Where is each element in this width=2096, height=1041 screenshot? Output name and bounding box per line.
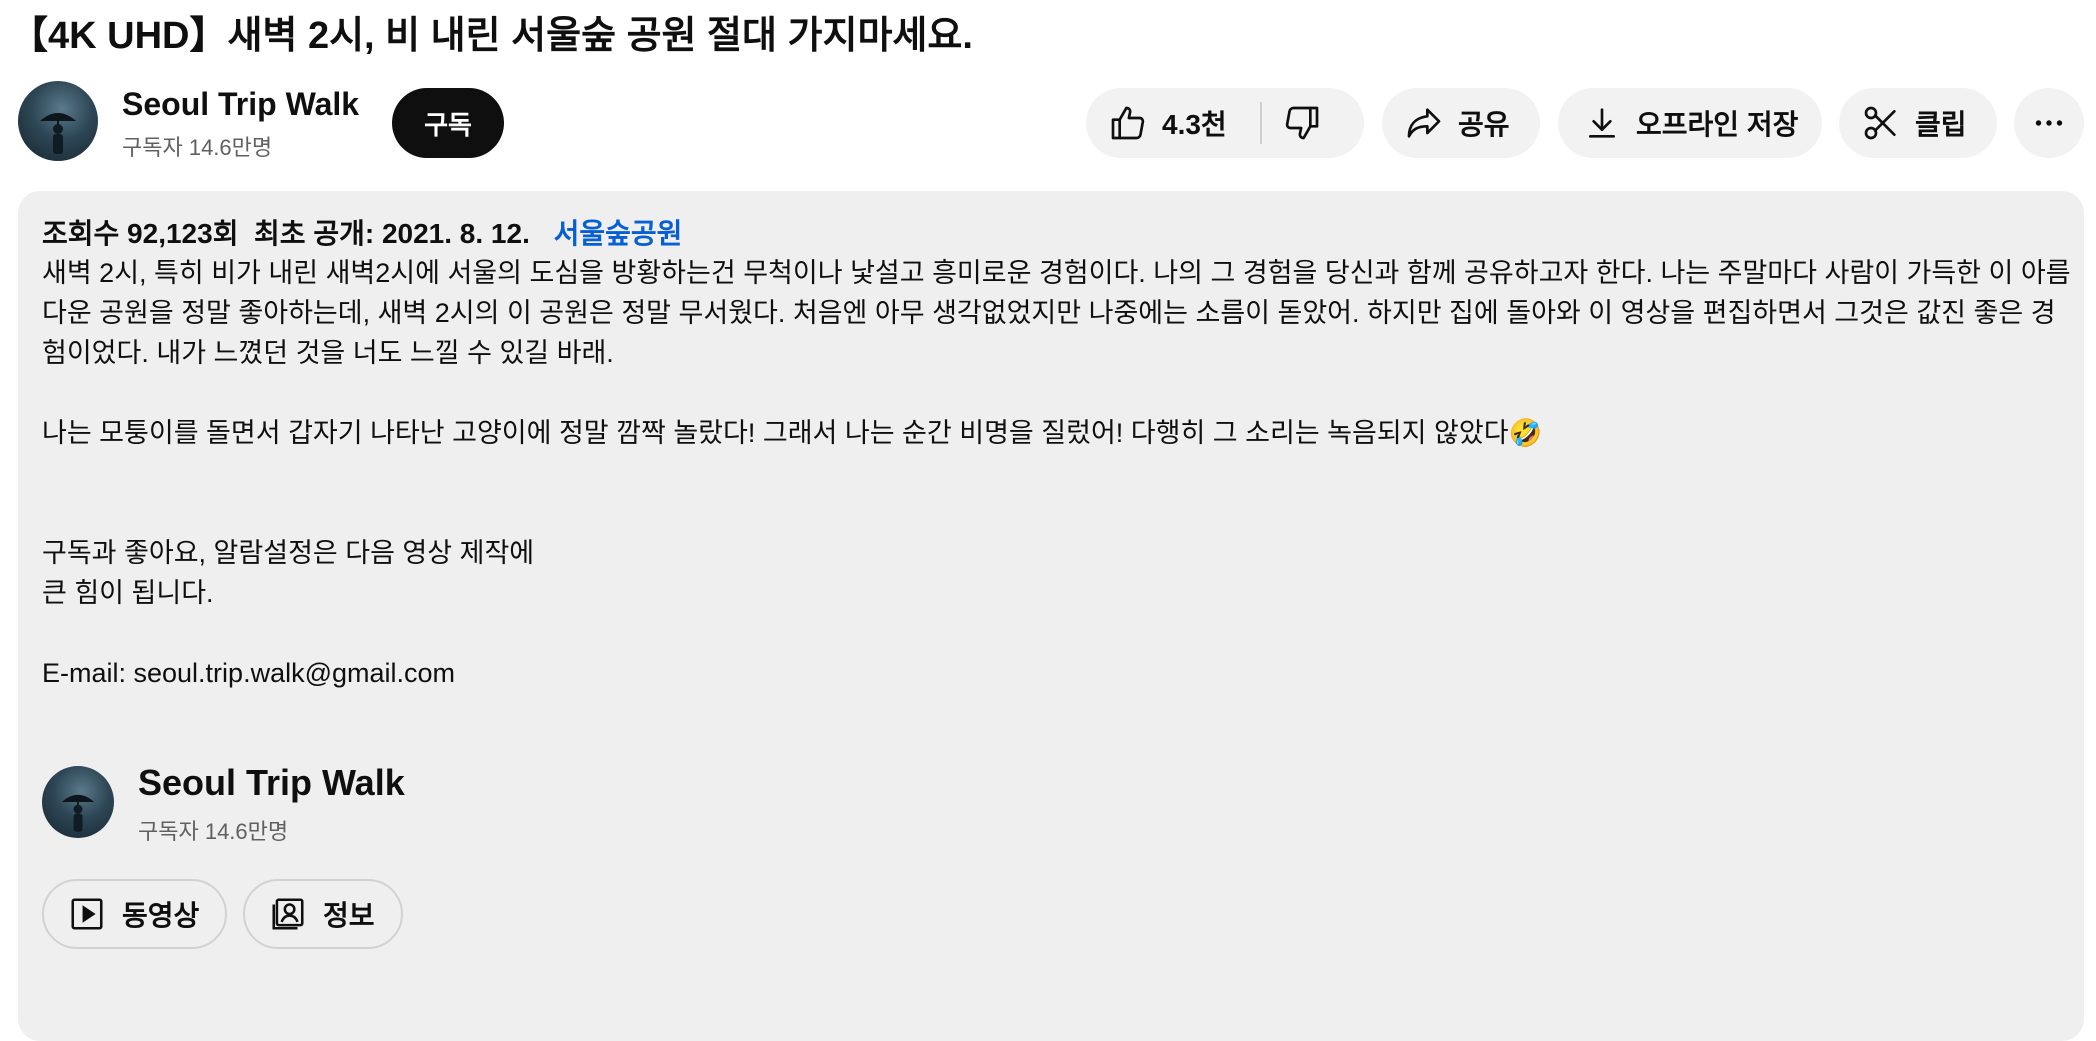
subscriber-count: 구독자 14.6만명 — [122, 135, 273, 160]
person-card-icon — [272, 898, 304, 930]
share-button[interactable]: 공유 — [1382, 88, 1540, 158]
publish-date: 최초 공개: 2021. 8. 12. — [254, 218, 530, 249]
channel-about-label: 정보 — [323, 900, 375, 931]
channel-card-name[interactable]: Seoul Trip Walk — [138, 762, 405, 804]
more-horizontal-icon — [2035, 120, 2063, 126]
thumbs-down-icon — [1285, 106, 1319, 140]
channel-videos-label: 동영상 — [122, 900, 200, 931]
channel-card-avatar[interactable] — [42, 766, 114, 838]
channel-videos-button[interactable]: 동영상 — [42, 879, 227, 949]
subscribe-button[interactable]: 구독 — [392, 88, 504, 158]
view-count: 조회수 92,123회 — [42, 218, 239, 249]
scissors-icon — [1864, 106, 1896, 140]
share-arrow-icon — [1407, 108, 1441, 138]
description-meta: 조회수 92,123회 최초 공개: 2021. 8. 12. 서울숲공원 — [42, 214, 682, 254]
share-label: 공유 — [1458, 109, 1510, 140]
channel-about-button[interactable]: 정보 — [243, 879, 403, 949]
avatar-image — [40, 113, 76, 154]
video-title: 【4K UHD】새벽 2시, 비 내린 서울숲 공원 절대 가지마세요. — [10, 15, 973, 57]
clip-label: 클립 — [1915, 109, 1967, 140]
channel-name[interactable]: Seoul Trip Walk — [122, 86, 359, 123]
location-tag-link[interactable]: 서울숲공원 — [554, 218, 683, 249]
channel-card-subscribers: 구독자 14.6만명 — [138, 819, 289, 844]
thumbs-up-icon — [1111, 106, 1145, 140]
avatar-image — [61, 794, 95, 832]
like-count: 4.3천 — [1162, 109, 1227, 140]
play-square-icon — [71, 898, 103, 930]
download-icon — [1589, 108, 1615, 138]
channel-avatar[interactable] — [18, 81, 98, 161]
download-button[interactable]: 오프라인 저장 — [1558, 88, 1822, 158]
download-label: 오프라인 저장 — [1636, 109, 1799, 140]
description-text: 새벽 2시, 특히 비가 내린 새벽2시에 서울의 도심을 방황하는건 무척이나… — [42, 258, 2071, 688]
like-divider — [1260, 102, 1262, 144]
like-dislike-group: 4.3천 — [1086, 88, 1364, 158]
clip-button[interactable]: 클립 — [1839, 88, 1997, 158]
like-button[interactable]: 4.3천 — [1086, 88, 1227, 158]
more-actions-button[interactable] — [2014, 88, 2084, 158]
dislike-button[interactable] — [1282, 103, 1322, 150]
